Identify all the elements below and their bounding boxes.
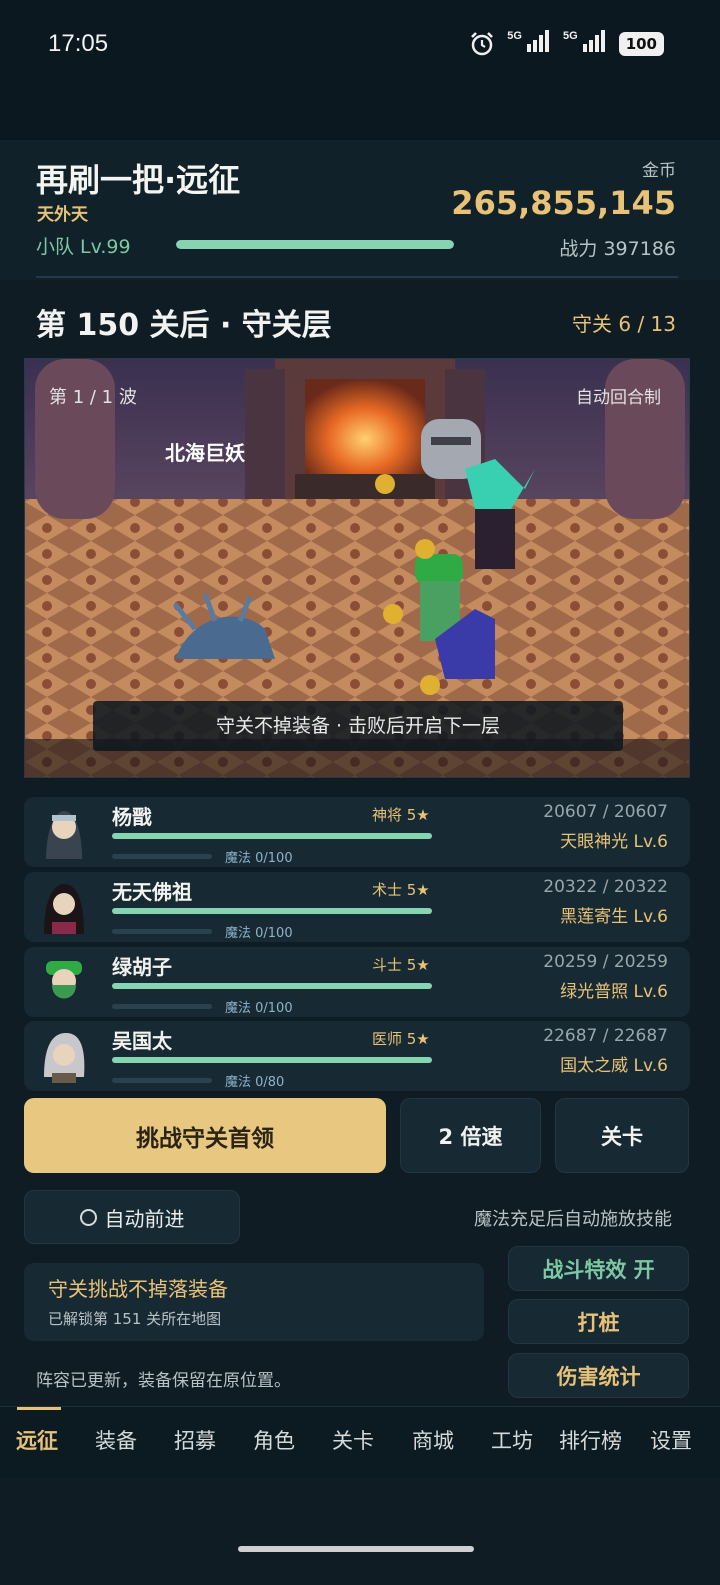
damage-stats-button[interactable]: 伤害统计 (508, 1353, 689, 1398)
bottom-safe-area (0, 1478, 720, 1585)
status-time: 17:05 (48, 30, 109, 57)
home-indicator[interactable] (238, 1546, 474, 1552)
guard-count: 守关 6 / 13 (572, 312, 676, 336)
hero-card[interactable]: 吴国太 医师 5★ 魔法 0/80 22687 / 22687 国太之威 Lv.… (24, 1021, 690, 1091)
status-icons: 5G 5G 100 (469, 30, 664, 57)
hero-hp-text: 20259 / 20259 (543, 952, 668, 972)
training-dummy-button[interactable]: 打桩 (508, 1299, 689, 1344)
hero-hp-text: 22687 / 22687 (543, 1026, 668, 1046)
tab-shop[interactable]: 商城 (412, 1425, 454, 1455)
battle-effects-toggle[interactable]: 战斗特效 开 (508, 1246, 689, 1291)
stage-title: 第 150 关后 · 守关层 (36, 308, 332, 343)
hero-name: 无天佛祖 (112, 880, 192, 904)
network-type-1: 5G (507, 30, 522, 42)
hero-hp-text: 20322 / 20322 (543, 877, 668, 897)
hero-portrait (36, 878, 92, 934)
hero-card[interactable]: 无天佛祖 术士 5★ 魔法 0/100 20322 / 20322 黑莲寄生 L… (24, 872, 690, 942)
hero-mp-label: 魔法 0/100 (225, 851, 293, 866)
bottom-tab-bar: 远征 装备 招募 角色 关卡 商城 工坊 排行榜 设置 (0, 1406, 720, 1478)
hero-hp-bar (112, 983, 432, 989)
tab-workshop[interactable]: 工坊 (491, 1425, 533, 1455)
hero-mp-bar (112, 854, 212, 859)
tab-characters[interactable]: 角色 (253, 1425, 295, 1455)
hero-portrait (36, 1027, 92, 1083)
lineup-note: 阵容已更新，装备保留在原位置。 (36, 1371, 291, 1391)
team-exp-fill (176, 240, 454, 249)
hero-hp-bar (112, 908, 432, 914)
tab-recruit[interactable]: 招募 (174, 1425, 216, 1455)
active-tab-indicator (17, 1407, 61, 1410)
hero-skill: 天眼神光 Lv.6 (560, 832, 668, 852)
status-bar: 17:05 5G 5G 100 (0, 0, 720, 140)
signal-bars-icon (582, 30, 605, 52)
hero-hp-bar (112, 833, 432, 839)
hero-hp-fill (112, 983, 432, 989)
hero-hp-fill (112, 1057, 432, 1063)
hero-name: 吴国太 (112, 1029, 172, 1053)
realm-label: 天外天 (37, 205, 88, 225)
stage-button[interactable]: 关卡 (555, 1098, 689, 1173)
tab-settings[interactable]: 设置 (650, 1425, 692, 1455)
hero-class: 术士 5★ (372, 881, 430, 899)
team-exp-bar (176, 240, 454, 249)
hero-name: 杨戬 (112, 805, 152, 829)
boss-name: 北海巨妖 (165, 441, 245, 465)
alarm-icon (471, 31, 494, 55)
hero-mp-bar (112, 929, 212, 934)
hero-hp-text: 20607 / 20607 (543, 802, 668, 822)
team-level: 小队 Lv.99 (36, 236, 131, 258)
gold-label: 金币 (642, 161, 676, 181)
signal-icon-2: 5G (563, 30, 607, 57)
signal-icon-1: 5G (507, 30, 551, 57)
hero-name: 绿胡子 (112, 955, 172, 979)
notice-title: 守关挑战不掉落装备 (48, 1277, 228, 1301)
speed-button[interactable]: 2 倍速 (400, 1098, 541, 1173)
auto-advance-toggle[interactable]: 自动前进 (24, 1190, 240, 1244)
scene-banner: 守关不掉装备 · 击败后开启下一层 (93, 701, 623, 751)
hero-skill: 黑莲寄生 Lv.6 (560, 907, 668, 927)
challenge-boss-button[interactable]: 挑战守关首领 (24, 1098, 386, 1173)
hero-class: 斗士 5★ (372, 956, 430, 974)
hero-class: 神将 5★ (372, 806, 430, 824)
hero-card[interactable]: 绿胡子 斗士 5★ 魔法 0/100 20259 / 20259 绿光普照 Lv… (24, 947, 690, 1017)
hero-hp-bar (112, 1057, 432, 1063)
combat-power: 战力 397186 (559, 238, 676, 260)
tab-expedition[interactable]: 远征 (16, 1425, 58, 1455)
wave-counter: 第 1 / 1 波 (49, 387, 137, 408)
auto-advance-label: 自动前进 (104, 1206, 185, 1231)
hero-skill: 国太之威 Lv.6 (560, 1056, 668, 1076)
hero-card[interactable]: 杨戬 神将 5★ 魔法 0/100 20607 / 20607 天眼神光 Lv.… (24, 797, 690, 867)
radio-icon (79, 1208, 97, 1226)
auto-skill-note: 魔法充足后自动施放技能 (474, 1209, 672, 1230)
hero-portrait (36, 803, 92, 859)
hero-mp-label: 魔法 0/100 (225, 926, 293, 941)
battle-mode: 自动回合制 (576, 388, 661, 408)
hero-mp-label: 魔法 0/100 (225, 1001, 293, 1016)
hero-skill: 绿光普照 Lv.6 (560, 982, 668, 1002)
tab-stages[interactable]: 关卡 (332, 1425, 374, 1455)
hero-class: 医师 5★ (372, 1030, 430, 1048)
hero-hp-fill (112, 908, 432, 914)
game-title: 再刷一把·远征 (36, 161, 241, 199)
notice-subtitle: 已解锁第 151 关所在地图 (48, 1310, 222, 1328)
notice-card: 守关挑战不掉落装备 已解锁第 151 关所在地图 (24, 1263, 484, 1341)
hero-mp-bar (112, 1078, 212, 1083)
hero-portrait (36, 953, 92, 1009)
gold-value: 265,855,145 (451, 184, 676, 222)
tab-leaderboard[interactable]: 排行榜 (559, 1425, 622, 1455)
hero-mp-label: 魔法 0/80 (225, 1075, 285, 1090)
divider (36, 276, 678, 278)
battery-icon: 100 (618, 31, 664, 56)
signal-bars-icon (526, 30, 549, 52)
hero-hp-fill (112, 833, 432, 839)
network-type-2: 5G (562, 30, 578, 42)
hero-mp-bar (112, 1004, 212, 1009)
tab-equipment[interactable]: 装备 (95, 1425, 137, 1455)
battle-scene: 第 1 / 1 波 自动回合制 北海巨妖 守关不掉装备 · 击败后开启下一层 (24, 358, 690, 778)
